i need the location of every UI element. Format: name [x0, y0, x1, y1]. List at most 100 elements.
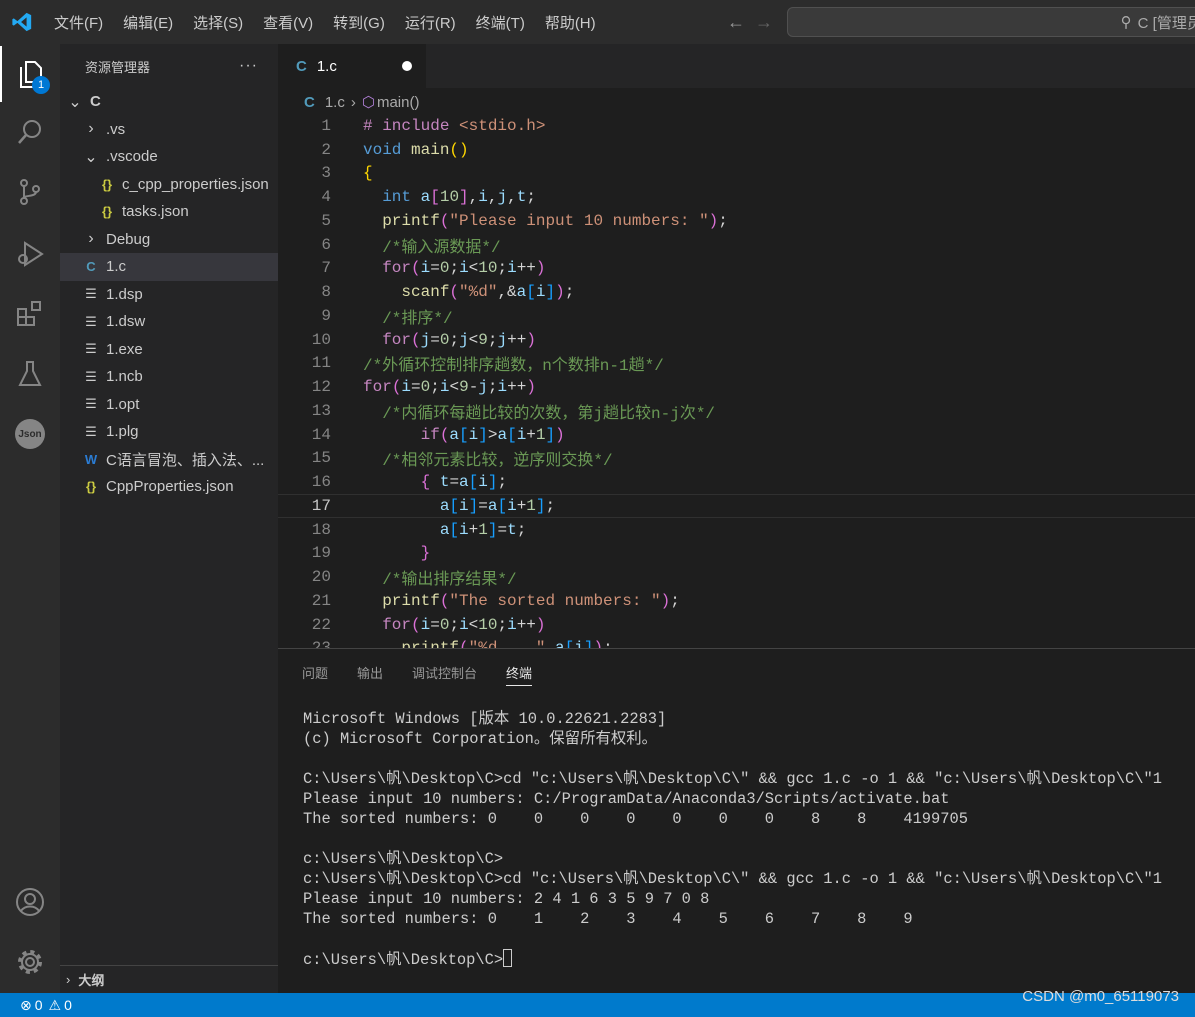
- tree-item[interactable]: C 1.c: [60, 253, 278, 281]
- code-line[interactable]: 7 for(i = 0; i <10; i ++): [278, 257, 1195, 281]
- breadcrumb-symbol[interactable]: main(): [377, 94, 420, 111]
- tree-item[interactable]: ⌄ .vscode: [60, 143, 278, 171]
- tree-item-label: 1.c: [106, 258, 127, 276]
- search-icon[interactable]: [0, 104, 60, 160]
- code-line[interactable]: 21 printf("The sorted numbers: ");: [278, 589, 1195, 613]
- code-token: a: [497, 425, 508, 444]
- forward-arrow-icon[interactable]: →: [755, 12, 773, 33]
- code-editor[interactable]: 1 # include <stdio.h> 2 void main() 3{4 int …: [278, 114, 1195, 648]
- menu-item[interactable]: 帮助(H): [535, 12, 606, 33]
- warning-icon[interactable]: ⚠: [49, 997, 62, 1014]
- code-line[interactable]: 19 }: [278, 542, 1195, 566]
- file-icon: ☰: [85, 341, 97, 357]
- code-token: ]: [535, 496, 546, 515]
- tree-item[interactable]: › Debug: [60, 226, 278, 254]
- code-token: a: [420, 188, 431, 207]
- line-number: 2: [321, 140, 331, 159]
- errors-icon[interactable]: ⊗: [20, 997, 32, 1014]
- code-line[interactable]: 13 /*内循环每趟比较的次数，第j趟比较n-j次*/: [278, 399, 1195, 423]
- code-line[interactable]: 1 # include <stdio.h>: [278, 114, 1195, 138]
- json-extension-icon[interactable]: Json: [0, 406, 60, 462]
- command-center-search[interactable]: ⚲ C [管理员]: [787, 7, 1195, 37]
- line-number: 8: [321, 283, 331, 302]
- code-line[interactable]: 10 for(j = 0; j <9; j ++): [278, 328, 1195, 352]
- code-token: for: [382, 615, 412, 634]
- code-line[interactable]: 18 a[i +1] = t;: [278, 518, 1195, 542]
- code-token: ,: [468, 188, 479, 207]
- tree-item[interactable]: ☰ 1.opt: [60, 391, 278, 419]
- menu-item[interactable]: 终端(T): [466, 12, 535, 33]
- panel-tab[interactable]: 输出: [357, 649, 383, 695]
- tab-1c[interactable]: C 1.c: [278, 44, 426, 88]
- bottom-panel: 问题 输出 调试控制台 终端 Microsoft Windows [版本 10.0.2…: [278, 648, 1195, 993]
- code-token: [: [507, 425, 517, 444]
- tree-item[interactable]: {} c_cpp_properties.json: [60, 171, 278, 199]
- error-count[interactable]: 0: [35, 997, 43, 1013]
- code-line[interactable]: 2 void main(): [278, 138, 1195, 162]
- code-line[interactable]: 4 int a[10], i, j, t;: [278, 185, 1195, 209]
- tree-item[interactable]: {} tasks.json: [60, 198, 278, 226]
- panel-tab[interactable]: 终端: [506, 649, 533, 695]
- terminal-line: The sorted numbers: 0 0 0 0 0 0 0 8 8 41…: [303, 810, 968, 828]
- back-arrow-icon[interactable]: ←: [727, 12, 745, 33]
- code-token: (: [439, 591, 450, 610]
- file-icon: ☰: [85, 396, 97, 412]
- tree-item[interactable]: ⌄ C: [60, 88, 278, 116]
- more-actions-icon[interactable]: ···: [239, 57, 258, 75]
- code-token: # include: [363, 116, 460, 135]
- menu-item[interactable]: 转到(G): [323, 12, 395, 33]
- menu-item[interactable]: 文件(F): [44, 12, 113, 33]
- code-token: i: [516, 425, 527, 444]
- code-line[interactable]: 6 /*输入源数据*/: [278, 233, 1195, 257]
- account-icon[interactable]: [0, 874, 60, 930]
- code-line[interactable]: 20 /*输出排序结果*/: [278, 565, 1195, 589]
- code-line[interactable]: 11 /*外循环控制排序趟数，n个数排n-1趟*/: [278, 352, 1195, 375]
- tree-item[interactable]: ☰ 1.dsw: [60, 308, 278, 336]
- code-line[interactable]: 9 /*排序*/: [278, 304, 1195, 328]
- code-line[interactable]: 14 if(a[i] > a[i +1]): [278, 423, 1195, 447]
- extensions-icon[interactable]: [0, 286, 60, 342]
- file-icon: ☰: [85, 313, 97, 329]
- code-token: ;: [430, 378, 440, 397]
- run-debug-icon[interactable]: [0, 226, 60, 282]
- menu-item[interactable]: 运行(R): [395, 12, 466, 33]
- settings-gear-icon[interactable]: [0, 934, 60, 990]
- panel-tab[interactable]: 问题: [302, 649, 328, 695]
- panel-tab[interactable]: 调试控制台: [412, 649, 477, 695]
- menu-item[interactable]: 选择(S): [183, 12, 253, 33]
- terminal[interactable]: Microsoft Windows [版本 10.0.22621.2283] (c…: [278, 695, 1195, 970]
- tree-item[interactable]: › .vs: [60, 116, 278, 144]
- code-line[interactable]: 16 { t = a[i];: [278, 470, 1195, 494]
- tree-item[interactable]: ☰ 1.ncb: [60, 363, 278, 391]
- code-line[interactable]: 3{: [278, 162, 1195, 186]
- explorer-icon[interactable]: 1: [0, 46, 60, 102]
- line-number: 6: [321, 235, 331, 254]
- tree-item[interactable]: {} CppProperties.json: [60, 473, 278, 501]
- code-line[interactable]: 23 printf("%d ",a[i]);: [278, 637, 1195, 648]
- tree-item[interactable]: ☰ 1.plg: [60, 418, 278, 446]
- warning-count[interactable]: 0: [64, 997, 72, 1013]
- code-line[interactable]: 15 /*相邻元素比较，逆序则交换*/: [278, 447, 1195, 470]
- code-token: a: [555, 639, 565, 648]
- unsaved-dot-icon[interactable]: [402, 61, 412, 71]
- code-line[interactable]: 12 for(i = 0; i <9- j; i ++): [278, 375, 1195, 399]
- code-line[interactable]: 8 scanf("%d" ,& a[i]);: [278, 280, 1195, 304]
- tree-item-label: C语言冒泡、插入法、...: [106, 451, 265, 469]
- code-line[interactable]: 17 a[i] = a[i +1];: [278, 494, 1195, 518]
- source-control-icon[interactable]: [0, 164, 60, 220]
- code-line[interactable]: 22 for(i = 0; i <10; i ++): [278, 613, 1195, 637]
- outline-section[interactable]: › 大纲: [60, 965, 278, 993]
- testing-flask-icon[interactable]: [0, 346, 60, 402]
- menu-item[interactable]: 编辑(E): [113, 12, 183, 33]
- code-token: <stdio.h>: [459, 116, 546, 135]
- code-line[interactable]: 5 printf("Please input 10 numbers: ");: [278, 209, 1195, 233]
- code-token: +: [526, 425, 536, 444]
- tree-item[interactable]: ☰ 1.dsp: [60, 281, 278, 309]
- tree-item[interactable]: ☰ 1.exe: [60, 336, 278, 364]
- tree-item[interactable]: W C语言冒泡、插入法、...: [60, 446, 278, 474]
- breadcrumb-file[interactable]: 1.c: [325, 94, 345, 111]
- menu-item[interactable]: 查看(V): [253, 12, 323, 33]
